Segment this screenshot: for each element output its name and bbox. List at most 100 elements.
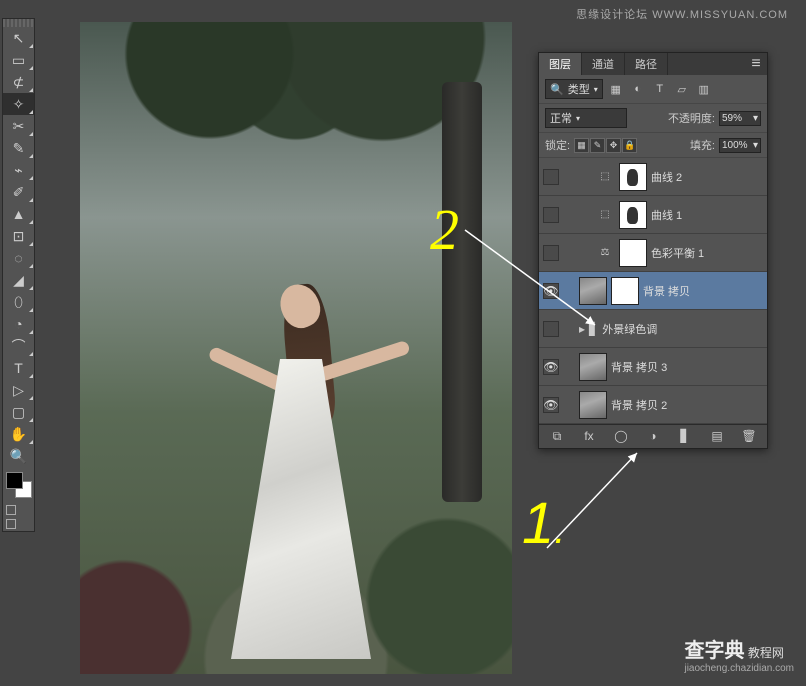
lasso-tool[interactable]: ⊄ (3, 71, 34, 93)
layer-filter-row: 🔍 类型 ▾ ▦ ◐ T ▱ ▥ (539, 75, 767, 104)
layer-mask-thumbnail[interactable] (619, 163, 647, 191)
opacity-value: 59% (722, 113, 742, 124)
layer-name[interactable]: 曲线 2 (651, 169, 763, 185)
layer-thumbnail[interactable] (579, 353, 607, 381)
visibility-toggle[interactable]: 👁 (543, 359, 559, 375)
search-icon: 🔍 (550, 83, 564, 96)
layers-panel: 图层 通道 路径 ≡ 🔍 类型 ▾ ▦ ◐ T ▱ ▥ 正常 ▾ 不透明度: 5… (538, 52, 768, 449)
visibility-toggle[interactable]: 👁 (543, 207, 559, 223)
history-brush-tool[interactable]: ⊡ (3, 225, 34, 247)
visibility-toggle[interactable]: 👁 (543, 321, 559, 337)
add-adjustment-icon[interactable]: ◑ (642, 429, 664, 444)
lock-label: 锁定: (545, 137, 570, 153)
new-layer-icon[interactable]: ▤ (706, 429, 728, 444)
filter-smart-icon[interactable]: ▥ (695, 81, 713, 97)
folder-icon: ▋ (589, 322, 598, 336)
magic-wand-tool[interactable]: ✧ (3, 93, 34, 115)
layer-thumbnail[interactable] (579, 277, 607, 305)
dodge-tool[interactable]: ◔ (3, 313, 34, 335)
gradient-tool[interactable]: ◢ (3, 269, 34, 291)
document-canvas[interactable] (80, 22, 512, 674)
visibility-toggle[interactable]: 👁 (543, 169, 559, 185)
visibility-toggle[interactable]: 👁 (543, 397, 559, 413)
color-swatches[interactable] (3, 467, 34, 503)
chevron-down-icon: ▾ (594, 85, 598, 94)
filter-pixel-icon[interactable]: ▦ (607, 81, 625, 97)
blend-mode-row: 正常 ▾ 不透明度: 59%▾ (539, 104, 767, 133)
layer-name[interactable]: 背景 拷贝 3 (611, 359, 763, 375)
layer-row[interactable]: 👁 背景 拷贝 2 (539, 386, 767, 424)
layer-style-icon[interactable]: fx (578, 429, 600, 444)
layer-row[interactable]: 👁 ⚖ 色彩平衡 1 (539, 234, 767, 272)
annotation-number-1: 1. (522, 490, 565, 557)
lock-position-icon[interactable]: ✥ (606, 138, 621, 153)
filter-shape-icon[interactable]: ▱ (673, 81, 691, 97)
screen-mode-row (3, 517, 34, 531)
layer-row[interactable]: 👁 ▸ ▋ 外景绿色调 (539, 310, 767, 348)
layer-name[interactable]: 背景 拷贝 2 (611, 397, 763, 413)
pen-tool[interactable]: ⌒ (3, 335, 34, 357)
filter-kind-dropdown[interactable]: 🔍 类型 ▾ (545, 79, 603, 99)
photo-bride (186, 254, 406, 654)
lock-transparency-icon[interactable]: ▦ (574, 138, 589, 153)
foreground-color-swatch[interactable] (6, 472, 23, 489)
layer-name[interactable]: 曲线 1 (651, 207, 763, 223)
layer-row[interactable]: 👁 背景 拷贝 (539, 272, 767, 310)
brush-tool[interactable]: ✐ (3, 181, 34, 203)
tab-layers[interactable]: 图层 (539, 53, 582, 75)
clone-stamp-tool[interactable]: ▲ (3, 203, 34, 225)
visibility-toggle[interactable]: 👁 (543, 283, 559, 299)
layer-row[interactable]: 👁 ⬚ 曲线 2 (539, 158, 767, 196)
lock-row: 锁定: ▦ ✎ ✥ 🔒 填充: 100%▾ (539, 133, 767, 158)
lock-all-icon[interactable]: 🔒 (622, 138, 637, 153)
opacity-label: 不透明度: (668, 110, 715, 126)
move-tool[interactable]: ↖ (3, 27, 34, 49)
annotation-arrow-1 (542, 448, 662, 558)
layer-row[interactable]: 👁 ⬚ 曲线 1 (539, 196, 767, 234)
layer-name[interactable]: 色彩平衡 1 (651, 245, 763, 261)
folder-collapse-icon[interactable]: ▸ (579, 322, 585, 336)
filter-adjustment-icon[interactable]: ◐ (629, 81, 647, 97)
zoom-tool[interactable]: 🔍 (3, 445, 34, 467)
new-group-icon[interactable]: ▋ (674, 429, 696, 444)
filter-kind-label: 类型 (568, 81, 590, 97)
eyedropper-tool[interactable]: ✎ (3, 137, 34, 159)
layer-mask-thumbnail[interactable] (619, 201, 647, 229)
quick-mask-icon[interactable] (6, 505, 16, 515)
visibility-toggle[interactable]: 👁 (543, 245, 559, 261)
blur-tool[interactable]: ⬯ (3, 291, 34, 313)
lock-pixels-icon[interactable]: ✎ (590, 138, 605, 153)
filter-type-icon[interactable]: T (651, 81, 669, 97)
hand-tool[interactable]: ✋ (3, 423, 34, 445)
tab-channels[interactable]: 通道 (582, 53, 625, 75)
quick-mask-row (3, 503, 34, 517)
type-tool[interactable]: T (3, 357, 34, 379)
fill-value: 100% (722, 140, 748, 151)
layer-thumbnail[interactable] (579, 391, 607, 419)
toolbar-grip[interactable] (3, 19, 34, 27)
layer-name[interactable]: 背景 拷贝 (643, 283, 763, 299)
eraser-tool[interactable]: ◌ (3, 247, 34, 269)
healing-brush-tool[interactable]: ⌁ (3, 159, 34, 181)
tab-paths[interactable]: 路径 (625, 53, 668, 75)
blend-mode-dropdown[interactable]: 正常 ▾ (545, 108, 627, 128)
curves-adjustment-icon: ⬚ (595, 170, 615, 184)
layer-name[interactable]: 外景绿色调 (602, 321, 763, 337)
add-mask-icon[interactable]: ◯ (610, 429, 632, 444)
path-selection-tool[interactable]: ▷ (3, 379, 34, 401)
tools-toolbar: ↖ ▭ ⊄ ✧ ✂ ✎ ⌁ ✐ ▲ ⊡ ◌ ◢ ⬯ ◔ ⌒ T ▷ ▢ ✋ 🔍 (2, 18, 35, 532)
color-balance-adjustment-icon: ⚖ (595, 246, 615, 260)
marquee-tool[interactable]: ▭ (3, 49, 34, 71)
layer-mask-thumbnail[interactable] (611, 277, 639, 305)
screen-mode-icon[interactable] (6, 519, 16, 529)
fill-input[interactable]: 100%▾ (719, 138, 761, 153)
layer-mask-thumbnail[interactable] (619, 239, 647, 267)
panel-menu-button[interactable]: ≡ (745, 53, 767, 75)
delete-layer-icon[interactable]: 🗑 (738, 429, 760, 444)
layer-row[interactable]: 👁 背景 拷贝 3 (539, 348, 767, 386)
opacity-input[interactable]: 59%▾ (719, 111, 761, 126)
shape-tool[interactable]: ▢ (3, 401, 34, 423)
chevron-down-icon: ▾ (576, 114, 580, 123)
crop-tool[interactable]: ✂ (3, 115, 34, 137)
link-layers-icon[interactable]: ⧉ (546, 429, 568, 444)
